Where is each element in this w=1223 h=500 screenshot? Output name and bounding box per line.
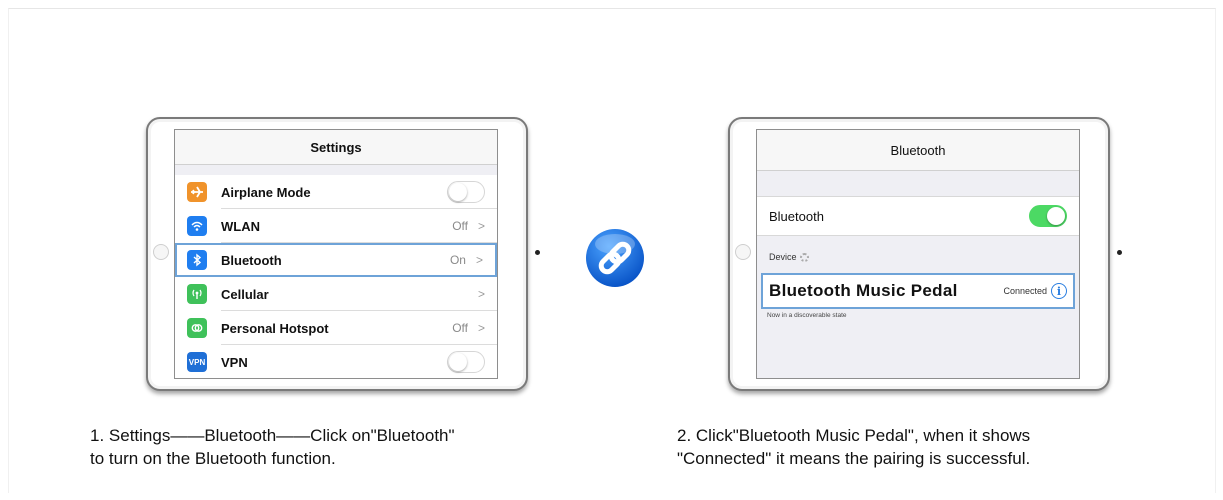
step-2-line-1: 2. Click"Bluetooth Music Pedal", when it…: [677, 426, 1031, 445]
bluetooth-row-label: Bluetooth: [769, 208, 824, 224]
loading-spinner-icon: [799, 252, 809, 262]
vpn-icon: VPN: [187, 352, 207, 372]
airplane-mode-label: Airplane Mode: [221, 184, 311, 200]
vpn-toggle[interactable]: [447, 351, 485, 373]
chevron-right-icon: >: [477, 321, 485, 335]
discoverable-note: Now in a discoverable state: [767, 312, 847, 319]
cellular-icon: [187, 284, 207, 304]
home-button: [735, 244, 751, 260]
bluetooth-value: On: [449, 253, 466, 267]
step-1-line-2: to turn on the Bluetooth function.: [90, 449, 336, 468]
settings-row-wlan[interactable]: WLAN Off >: [175, 209, 497, 243]
wlan-value: Off: [452, 219, 468, 233]
devices-header-label: Device: [769, 252, 797, 262]
devices-header: Device: [769, 252, 809, 262]
device-name: Bluetooth Music Pedal: [769, 281, 958, 300]
step-1-line-1: 1. Settings——Bluetooth——Click on"Bluetoo…: [90, 426, 455, 445]
airplane-icon: [187, 182, 207, 202]
link-icon: [586, 229, 644, 287]
step-2-line-2: "Connected" it means the pairing is succ…: [677, 449, 1031, 468]
hotspot-icon: [187, 318, 207, 338]
device-row-bluetooth-music-pedal[interactable]: Bluetooth Music Pedal Connected i: [761, 273, 1075, 309]
settings-row-vpn[interactable]: VPN VPN: [175, 345, 497, 378]
wifi-icon: [187, 216, 207, 236]
settings-screen: Settings Airplane Mode WLAN Off > Blueto…: [174, 129, 498, 379]
bluetooth-screen: Bluetooth Bluetooth Device Bluetooth Mus…: [756, 129, 1080, 379]
settings-row-cellular[interactable]: Cellular >: [175, 277, 497, 311]
step-1-caption: 1. Settings——Bluetooth——Click on"Bluetoo…: [90, 424, 455, 470]
vpn-label: VPN: [221, 354, 248, 370]
home-button: [153, 244, 169, 260]
personal-hotspot-label: Personal Hotspot: [221, 320, 329, 336]
bluetooth-label: Bluetooth: [221, 252, 282, 268]
settings-row-bluetooth[interactable]: Bluetooth On >: [175, 243, 497, 277]
bluetooth-toggle[interactable]: [1029, 205, 1067, 227]
airplane-mode-toggle[interactable]: [447, 181, 485, 203]
device-status: Connected: [1003, 286, 1047, 296]
ipad-settings: Settings Airplane Mode WLAN Off > Blueto…: [146, 117, 540, 391]
cellular-label: Cellular: [221, 286, 269, 302]
chevron-right-icon: >: [477, 287, 485, 301]
camera-dot: [1117, 250, 1122, 255]
bluetooth-title: Bluetooth: [757, 130, 1079, 171]
ipad-bluetooth: Bluetooth Bluetooth Device Bluetooth Mus…: [728, 117, 1122, 391]
personal-hotspot-value: Off: [452, 321, 468, 335]
bluetooth-icon: [187, 250, 207, 270]
wlan-label: WLAN: [221, 218, 260, 234]
settings-title: Settings: [175, 130, 497, 165]
info-icon[interactable]: i: [1051, 283, 1067, 299]
settings-row-personal-hotspot[interactable]: Personal Hotspot Off >: [175, 311, 497, 345]
chevron-right-icon: >: [477, 219, 485, 233]
bluetooth-toggle-row[interactable]: Bluetooth: [757, 196, 1079, 236]
chevron-right-icon: >: [475, 253, 483, 267]
step-2-caption: 2. Click"Bluetooth Music Pedal", when it…: [677, 424, 1030, 470]
settings-row-airplane-mode[interactable]: Airplane Mode: [175, 175, 497, 209]
camera-dot: [535, 250, 540, 255]
